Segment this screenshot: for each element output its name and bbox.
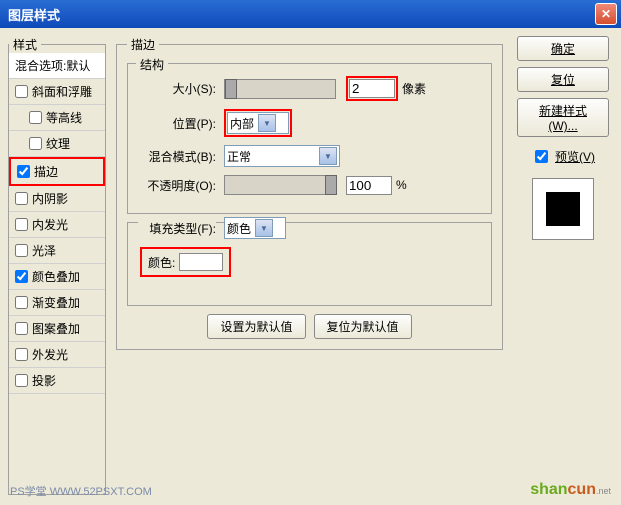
checkbox[interactable]: [17, 165, 30, 178]
checkbox[interactable]: [15, 192, 28, 205]
dialog-title: 图层样式: [4, 5, 595, 24]
preview-swatch: [546, 192, 580, 226]
blend-options[interactable]: 混合选项:默认: [9, 53, 105, 79]
color-swatch[interactable]: [179, 253, 223, 271]
checkbox[interactable]: [15, 270, 28, 283]
checkbox[interactable]: [15, 218, 28, 231]
style-outer-glow[interactable]: 外发光: [9, 342, 105, 368]
style-inner-glow[interactable]: 内发光: [9, 212, 105, 238]
checkbox[interactable]: [15, 85, 28, 98]
preview-label: 预览(V): [555, 148, 595, 165]
style-drop-shadow[interactable]: 投影: [9, 368, 105, 394]
structure-label: 结构: [136, 56, 168, 73]
stroke-title: 描边: [127, 36, 159, 53]
close-button[interactable]: ✕: [595, 3, 617, 25]
color-label: 颜色:: [148, 254, 175, 271]
chevron-down-icon: ▼: [319, 147, 337, 165]
styles-fieldset: 样式 混合选项:默认 斜面和浮雕 等高线 纹理 描边 内阴影 内发光 光泽 颜色…: [8, 36, 106, 495]
checkbox[interactable]: [15, 296, 28, 309]
size-slider[interactable]: [224, 79, 336, 99]
style-stroke[interactable]: 描边: [9, 157, 105, 186]
opacity-unit: %: [396, 178, 407, 192]
fill-type-label: 填充类型(F):: [138, 220, 216, 237]
checkbox[interactable]: [15, 374, 28, 387]
chevron-down-icon: ▼: [255, 219, 273, 237]
stroke-panel: 描边 结构 大小(S): 像素 位置(P): 内部: [116, 36, 503, 350]
size-input[interactable]: [349, 79, 395, 98]
titlebar: 图层样式 ✕: [0, 0, 621, 28]
checkbox[interactable]: [15, 322, 28, 335]
ok-button[interactable]: 确定: [517, 36, 609, 61]
checkbox[interactable]: [29, 137, 42, 150]
set-default-button[interactable]: 设置为默认值: [207, 314, 305, 339]
reset-default-button[interactable]: 复位为默认值: [314, 314, 412, 339]
blend-mode-label: 混合模式(B):: [138, 148, 216, 165]
style-satin[interactable]: 光泽: [9, 238, 105, 264]
checkbox[interactable]: [15, 244, 28, 257]
style-inner-shadow[interactable]: 内阴影: [9, 186, 105, 212]
fill-type-combo[interactable]: 颜色 ▼: [224, 217, 286, 239]
opacity-label: 不透明度(O):: [138, 177, 216, 194]
style-color-overlay[interactable]: 颜色叠加: [9, 264, 105, 290]
checkbox[interactable]: [29, 111, 42, 124]
position-label: 位置(P):: [138, 115, 216, 132]
style-pattern-overlay[interactable]: 图案叠加: [9, 316, 105, 342]
style-gradient-overlay[interactable]: 渐变叠加: [9, 290, 105, 316]
structure-group: 结构 大小(S): 像素 位置(P): 内部 ▼: [127, 63, 492, 214]
size-unit: 像素: [402, 80, 426, 97]
new-style-button[interactable]: 新建样式(W)...: [517, 98, 609, 137]
opacity-slider[interactable]: [224, 175, 336, 195]
position-combo[interactable]: 内部 ▼: [227, 112, 289, 134]
cancel-button[interactable]: 复位: [517, 67, 609, 92]
style-bevel[interactable]: 斜面和浮雕: [9, 79, 105, 105]
blend-mode-combo[interactable]: 正常 ▼: [224, 145, 340, 167]
checkbox[interactable]: [15, 348, 28, 361]
size-label: 大小(S):: [138, 80, 216, 97]
watermark-left: PS学堂 WWW.52PSXT.COM: [10, 483, 152, 499]
opacity-input[interactable]: [346, 176, 392, 195]
style-contour[interactable]: 等高线: [9, 105, 105, 131]
preview-box: [532, 178, 594, 240]
chevron-down-icon: ▼: [258, 114, 276, 132]
styles-header: 样式: [9, 36, 41, 53]
style-texture[interactable]: 纹理: [9, 131, 105, 157]
fill-group: 填充类型(F): 颜色 ▼ 颜色:: [127, 222, 492, 306]
watermark-right: shancun.net: [530, 481, 611, 499]
preview-checkbox[interactable]: [535, 150, 548, 163]
